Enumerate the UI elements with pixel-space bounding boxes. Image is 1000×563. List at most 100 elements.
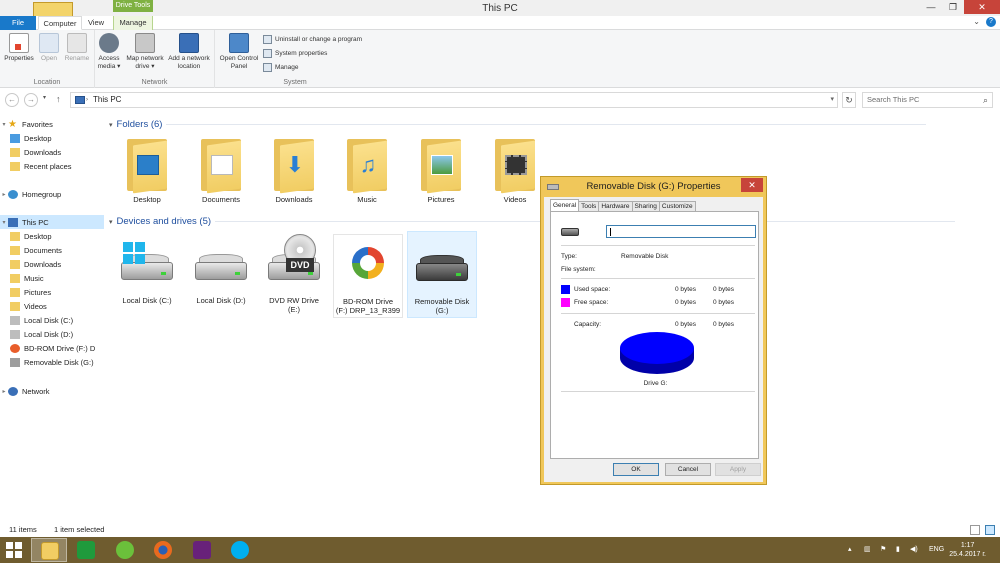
tab-sharing[interactable]: Sharing [631, 201, 660, 211]
dialog-title-bar[interactable]: Removable Disk (G:) Properties ✕ [541, 177, 766, 197]
collapse-arrow-icon[interactable]: ▾ [109, 218, 113, 226]
nav-pc-desktop[interactable]: Desktop [0, 229, 104, 243]
up-button[interactable]: ↑ [56, 94, 61, 104]
nav-homegroup[interactable]: ▸ Homegroup [0, 187, 104, 201]
breadcrumb-separator[interactable]: › [86, 93, 88, 107]
taskbar-utorrent[interactable] [107, 538, 143, 562]
expand-ribbon-icon[interactable]: ⌄ [973, 17, 980, 27]
access-media-button[interactable]: Access media ▾ [95, 33, 123, 71]
tab-computer[interactable]: Computer [38, 16, 82, 30]
address-box[interactable]: › This PC ▾ [70, 92, 838, 108]
expand-arrow-icon[interactable]: ▸ [0, 191, 8, 198]
tab-customize[interactable]: Customize [658, 201, 696, 211]
maximize-button[interactable]: ❐ [942, 0, 964, 14]
collapse-arrow-icon[interactable]: ▾ [0, 219, 8, 226]
expand-arrow-icon[interactable]: ▸ [0, 388, 8, 395]
drive-dvd-rw-e[interactable]: DVD DVD RW Drive (E:) [259, 234, 329, 314]
nav-local-disk-d[interactable]: Local Disk (D:) [0, 327, 104, 341]
nav-desktop[interactable]: Desktop [0, 131, 104, 145]
search-icon[interactable]: ⌕ [983, 93, 988, 107]
nav-pc-videos[interactable]: Videos [0, 299, 104, 313]
nav-pc-pictures[interactable]: Pictures [0, 285, 104, 299]
folder-documents[interactable]: Documents [186, 133, 256, 204]
nav-pc-documents[interactable]: Documents [0, 243, 104, 257]
folder-icon [10, 245, 20, 255]
apply-button[interactable]: Apply [715, 463, 761, 476]
taskbar-file-explorer[interactable] [31, 538, 67, 562]
devices-section-header[interactable]: ▾ Devices and drives (5) [109, 216, 956, 227]
back-button[interactable]: ← [5, 93, 19, 107]
nav-local-disk-c[interactable]: Local Disk (C:) [0, 313, 104, 327]
folder-music[interactable]: ♫ Music [332, 133, 402, 204]
address-dropdown[interactable]: ▾ [830, 93, 834, 107]
start-button[interactable] [6, 542, 22, 558]
taskbar-visual-studio[interactable] [184, 538, 220, 562]
drive-local-c[interactable]: Local Disk (C:) [112, 234, 182, 305]
search-input[interactable]: Search This PC ⌕ [862, 92, 993, 108]
details-view-button[interactable] [970, 525, 980, 535]
minimize-button[interactable]: — [920, 0, 942, 14]
nav-pc-music[interactable]: Music [0, 271, 104, 285]
refresh-button[interactable]: ↻ [842, 92, 856, 108]
tab-file[interactable]: File [0, 16, 36, 30]
folder-pictures[interactable]: Pictures [406, 133, 476, 204]
folder-icon [495, 133, 535, 194]
nav-bd-rom-drive[interactable]: BD-ROM Drive (F:) D [0, 341, 104, 355]
help-icon[interactable]: ? [986, 17, 996, 27]
language-indicator[interactable]: ENG [929, 537, 944, 563]
connection-icon[interactable]: ▮ [896, 537, 900, 563]
rename-button[interactable]: Rename [62, 33, 92, 63]
large-icons-view-button[interactable] [985, 525, 995, 535]
taskbar-excel[interactable] [68, 538, 104, 562]
network-group: Access media ▾ Map network drive ▾ Add a… [95, 30, 215, 88]
tab-hardware[interactable]: Hardware [598, 201, 633, 211]
drive-name-input[interactable] [606, 225, 756, 238]
taskbar-skype[interactable] [222, 538, 258, 562]
show-hidden-icons-arrow[interactable]: ▴ [848, 537, 852, 563]
nav-network[interactable]: ▸ Network [0, 384, 104, 398]
drive-local-d[interactable]: Local Disk (D:) [186, 234, 256, 305]
properties-button[interactable]: Properties [4, 33, 34, 63]
add-location-label: Add a network [168, 55, 210, 62]
tab-manage[interactable]: Manage [113, 16, 153, 30]
close-button[interactable]: ✕ [964, 0, 1000, 14]
system-properties-button[interactable]: System properties [263, 49, 327, 58]
map-network-drive-button[interactable]: Map network drive ▾ [125, 33, 165, 71]
taskbar-firefox[interactable] [145, 538, 181, 562]
clock[interactable]: 1:17 25.4.2017 г. [949, 541, 986, 559]
address-path[interactable]: This PC [93, 95, 121, 104]
dialog-close-button[interactable]: ✕ [741, 178, 763, 192]
folder-downloads[interactable]: ⬇ Downloads [259, 133, 329, 204]
recent-locations-arrow[interactable]: ▾ [43, 94, 46, 101]
drive-removable-g[interactable]: Removable Disk (G:) [407, 231, 477, 318]
ok-button[interactable]: OK [613, 463, 659, 476]
open-button[interactable]: Open [37, 33, 61, 63]
manage-button[interactable]: Manage [263, 63, 299, 72]
folder-videos-label: Videos [503, 195, 527, 204]
nav-favorites[interactable]: ▾ ★ Favorites [0, 117, 104, 131]
downloads-icon [10, 147, 20, 157]
open-control-panel-button[interactable]: Open Control Panel [217, 33, 261, 71]
collapse-arrow-icon[interactable]: ▾ [109, 121, 113, 129]
open-label: Open [41, 55, 57, 62]
folder-desktop[interactable]: Desktop [112, 133, 182, 204]
nav-downloads[interactable]: Downloads [0, 145, 104, 159]
drive-bd-rom-f[interactable]: BD-ROM Drive (F:) DRP_13_R399 [333, 234, 403, 318]
collapse-arrow-icon[interactable]: ▾ [0, 121, 8, 128]
uninstall-program-button[interactable]: Uninstall or change a program [263, 35, 362, 44]
add-network-location-button[interactable]: Add a network location [165, 33, 213, 71]
network-status-icon[interactable]: ▥ [864, 537, 871, 563]
nav-recent-places[interactable]: Recent places [0, 159, 104, 173]
action-center-icon[interactable]: ⚑ [880, 537, 886, 563]
tab-tools[interactable]: Tools [578, 201, 600, 211]
forward-button[interactable]: → [24, 93, 38, 107]
tab-general[interactable]: General [550, 199, 580, 211]
volume-icon[interactable]: ◀) [910, 537, 918, 563]
nav-pc-downloads[interactable]: Downloads [0, 257, 104, 271]
location-group-label: Location [33, 79, 61, 86]
folders-section-header[interactable]: ▾ Folders (6) [109, 119, 927, 130]
cancel-button[interactable]: Cancel [665, 463, 711, 476]
nav-this-pc[interactable]: ▾ This PC [0, 215, 104, 229]
nav-removable-disk-g[interactable]: Removable Disk (G:) [0, 355, 104, 369]
tab-view[interactable]: View [84, 16, 108, 30]
